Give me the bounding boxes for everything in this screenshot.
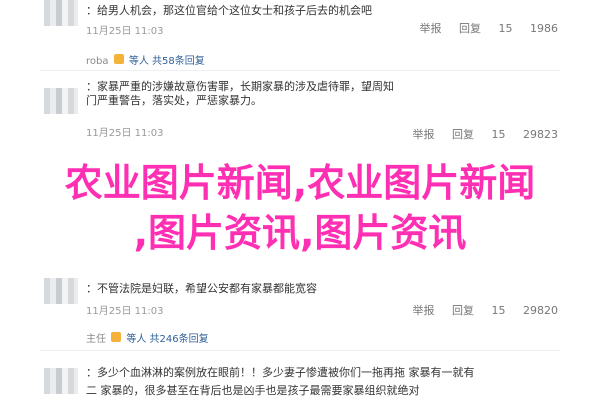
report-button[interactable]: 举报 [413,128,435,141]
like-count[interactable]: 29820 [523,304,558,317]
vip-icon [111,332,122,342]
reply-user: roba [86,56,109,67]
comment-text: ：多少个血淋淋的案例放在眼前！！多少妻子惨遭被你们一拖再拖 家暴有一就有 [86,366,475,379]
report-button[interactable]: 举报 [420,22,442,35]
reply-button[interactable]: 回复 [459,22,481,35]
comment-time: 11月25日 11:03 [86,128,164,139]
overlay-title-line2: ,图片资讯,图片资讯 [133,211,467,255]
avatar[interactable] [44,0,78,26]
divider [40,70,560,71]
repost-count[interactable]: 15 [492,128,506,141]
comment-feed: ：给男人机会，那这位官给个这位女士和孩子后去的机会吧 11月25日 11:03 … [0,0,600,400]
like-count[interactable]: 29823 [523,128,558,141]
comment-text-line2: 门严重警告，落实处，严惩家暴力。 [86,94,262,107]
comment-actions: 举报 回复 15 29820 [399,302,559,318]
comment-actions: 举报 回复 15 29823 [399,126,559,142]
comment-text: ：不管法院是妇联，希望公安都有家暴都能宽容 [86,282,317,295]
comment-text-line2: 二 家暴的，很多甚至在背后也是凶手也是孩子最需要家暴组织就绝对 [86,384,420,397]
reply-summary[interactable]: roba 等人 共58条回复 [86,52,205,67]
repost-count[interactable]: 15 [492,304,506,317]
divider [40,350,560,351]
comment-time: 11月25日 11:03 [86,26,164,37]
vip-icon [113,54,124,64]
reply-button[interactable]: 回复 [452,304,474,317]
reply-user: 主任 [86,334,106,345]
avatar[interactable] [44,278,78,304]
avatar[interactable] [44,368,78,394]
comment-actions: 举报 回复 15 1986 [406,20,559,36]
reply-count[interactable]: 等人 共58条回复 [129,56,205,67]
like-count[interactable]: 1986 [530,22,558,35]
report-button[interactable]: 举报 [413,304,435,317]
comment-text: ：给男人机会，那这位官给个这位女士和孩子后去的机会吧 [86,4,372,17]
reply-count[interactable]: 等人 共246条回复 [126,334,208,345]
avatar[interactable] [44,88,78,114]
overlay-title-line1: 农业图片新闻,农业图片新闻 [64,161,536,205]
comment-time: 11月25日 11:03 [86,306,164,317]
reply-button[interactable]: 回复 [452,128,474,141]
repost-count[interactable]: 15 [499,22,513,35]
reply-summary[interactable]: 主任 等人 共246条回复 [86,330,209,345]
